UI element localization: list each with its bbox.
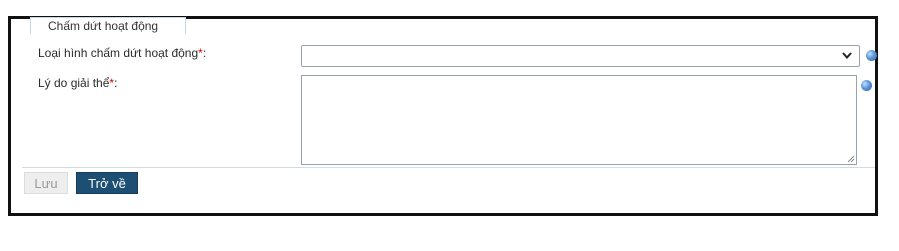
- info-icon[interactable]: [866, 50, 877, 61]
- save-button[interactable]: Lưu: [24, 172, 68, 194]
- chevron-down-icon: [842, 52, 852, 60]
- dissolution-reason-label-text: Lý do giải thể: [38, 76, 110, 90]
- label-suffix: :: [202, 46, 207, 60]
- termination-type-select[interactable]: [301, 45, 860, 67]
- termination-type-label-text: Loại hình chấm dứt hoạt động: [38, 46, 199, 60]
- termination-type-label: Loại hình chấm dứt hoạt động*:: [38, 46, 206, 60]
- section-title: Chấm dứt hoạt động: [30, 17, 186, 34]
- back-button[interactable]: Trở về: [76, 172, 138, 194]
- label-suffix: :: [114, 76, 118, 90]
- section-title-label: Chấm dứt hoạt động: [48, 19, 159, 33]
- dissolution-reason-textarea[interactable]: [301, 75, 857, 165]
- resize-grip-icon[interactable]: [847, 155, 855, 163]
- info-icon[interactable]: [861, 80, 872, 91]
- dissolution-reason-label: Lý do giải thể*:: [38, 76, 117, 90]
